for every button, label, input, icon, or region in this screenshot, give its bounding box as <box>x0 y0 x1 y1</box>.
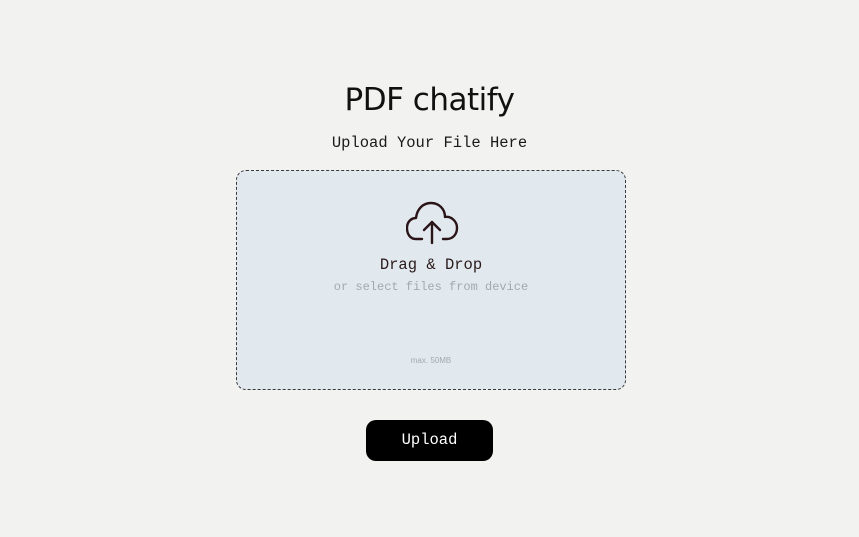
select-files-hint: or select files from device <box>333 280 529 294</box>
upload-heading: Upload Your File Here <box>331 134 528 152</box>
max-size-note: max. 50MB <box>410 356 452 365</box>
drag-drop-label: Drag & Drop <box>379 256 483 274</box>
file-dropzone[interactable]: Drag & Drop or select files from device … <box>236 170 626 390</box>
cloud-upload-icon <box>406 201 459 245</box>
app-title: PDF chatify <box>344 82 515 118</box>
upload-button[interactable]: Upload <box>366 420 493 461</box>
